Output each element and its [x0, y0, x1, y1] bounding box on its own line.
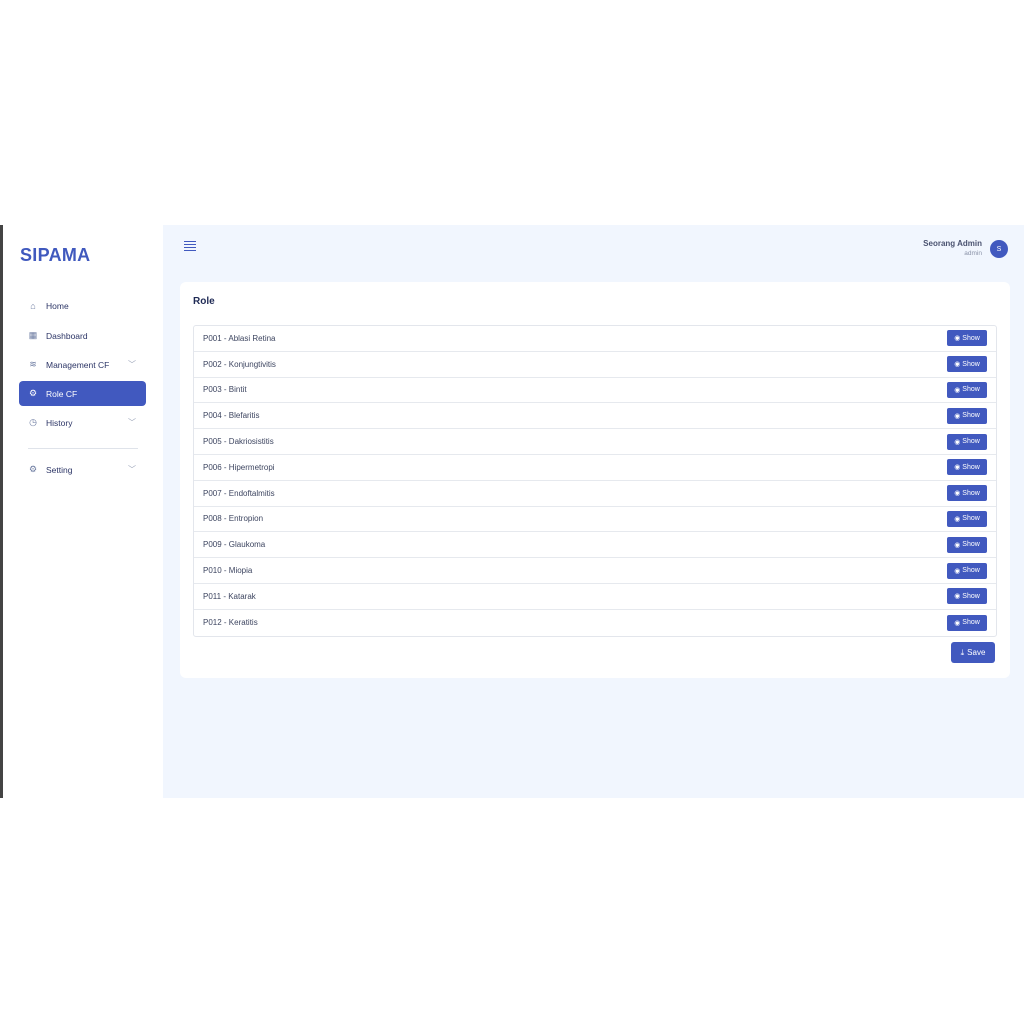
sidebar-item-home[interactable]: ⌂ Home	[19, 293, 146, 318]
show-button[interactable]: ◉ Show	[947, 459, 987, 476]
show-button[interactable]: ◉ Show	[947, 536, 987, 553]
user-info[interactable]: Seorang Admin admin	[923, 239, 982, 257]
role-card: Role P001 - Ablasi Retina ◉ Show P002 - Kon…	[180, 282, 1010, 678]
layers-icon: ≋	[29, 359, 37, 369]
chevron-down-icon: ﹀	[128, 465, 136, 474]
page-title: Role	[193, 296, 215, 307]
show-label: Show	[962, 567, 980, 575]
show-button[interactable]: ◉ Show	[947, 330, 987, 347]
sidebar: SIPAMA ⌂ Home ▦ Dashboard ≋ Management CF ﹀ …	[3, 225, 163, 798]
eye-icon: ◉	[954, 386, 961, 394]
sidebar-item-label: History	[46, 417, 73, 428]
show-label: Show	[962, 489, 980, 497]
show-button[interactable]: ◉ Show	[947, 485, 987, 502]
list-item: P012 - Keratitis ◉ Show	[194, 610, 996, 636]
eye-icon: ◉	[954, 567, 961, 575]
hamburger-menu-icon[interactable]	[184, 241, 196, 251]
role-label: P012 - Keratitis	[203, 618, 258, 628]
show-label: Show	[962, 412, 980, 420]
show-label: Show	[962, 592, 980, 600]
list-item: P010 - Miopia ◉ Show	[194, 558, 996, 584]
sidebar-item-management-cf[interactable]: ≋ Management CF ﹀	[19, 352, 146, 377]
home-icon: ⌂	[30, 300, 36, 311]
sidebar-item-label: Home	[46, 300, 69, 311]
eye-icon: ◉	[954, 619, 961, 627]
list-item: P005 - Dakriosistitis ◉ Show	[194, 429, 996, 455]
save-icon: ⤓	[960, 647, 965, 657]
show-button[interactable]: ◉ Show	[947, 356, 987, 373]
list-item: P002 - Konjungtivitis ◉ Show	[194, 352, 996, 378]
avatar[interactable]: S	[990, 240, 1008, 258]
settings-icon: ⚙	[28, 464, 38, 474]
eye-icon: ◉	[954, 541, 961, 549]
sidebar-item-role-cf[interactable]: ⚙ Role CF	[19, 381, 146, 406]
eye-icon: ◉	[954, 335, 961, 343]
sidebar-item-setting[interactable]: ⚙ Setting ﹀	[19, 457, 146, 482]
sidebar-item-label: Role CF	[46, 388, 78, 399]
role-label: P010 - Miopia	[203, 566, 253, 576]
show-label: Show	[962, 438, 980, 446]
eye-icon: ◉	[954, 490, 961, 498]
role-label: P003 - Bintit	[203, 385, 247, 395]
sidebar-item-history[interactable]: ◷ History ﹀	[19, 410, 146, 435]
eye-icon: ◉	[954, 464, 961, 472]
eye-icon: ◉	[954, 438, 961, 446]
user-role: admin	[964, 250, 982, 257]
gear-icon: ⚙	[28, 388, 38, 398]
eye-icon: ◉	[954, 515, 961, 523]
eye-icon: ◉	[954, 412, 961, 420]
show-button[interactable]: ◉ Show	[947, 381, 987, 398]
eye-icon: ◉	[954, 361, 961, 369]
list-item: P008 - Entropion ◉ Show	[194, 507, 996, 533]
role-label: P006 - Hipermetropi	[203, 462, 275, 472]
divider	[28, 448, 138, 449]
eye-icon: ◉	[954, 593, 961, 601]
chevron-down-icon: ﹀	[128, 418, 136, 427]
role-label: P009 - Glaukoma	[203, 540, 266, 550]
save-label: Save	[967, 648, 986, 657]
save-button[interactable]: ⤓ Save	[951, 642, 995, 663]
list-item: P011 - Katarak ◉ Show	[194, 584, 996, 610]
role-label: P002 - Konjungtivitis	[203, 359, 276, 369]
grid-icon: ▦	[28, 330, 38, 340]
role-label: P001 - Ablasi Retina	[203, 333, 276, 343]
show-button[interactable]: ◉ Show	[947, 510, 987, 527]
show-label: Show	[962, 334, 980, 342]
role-list: P001 - Ablasi Retina ◉ Show P002 - Konjungt…	[193, 325, 997, 637]
show-label: Show	[962, 386, 980, 394]
list-item: P004 - Blefaritis ◉ Show	[194, 403, 996, 430]
role-label: P007 - Endoftalmitis	[203, 488, 275, 498]
show-label: Show	[962, 360, 980, 368]
show-label: Show	[962, 541, 980, 549]
role-label: P011 - Katarak	[203, 591, 256, 601]
list-item: P006 - Hipermetropi ◉ Show	[194, 455, 996, 481]
user-name: Seorang Admin	[923, 239, 982, 248]
list-item: P009 - Glaukoma ◉ Show	[194, 532, 996, 559]
show-button[interactable]: ◉ Show	[947, 562, 987, 579]
logo: SIPAMA	[20, 245, 91, 265]
show-button[interactable]: ◉ Show	[947, 614, 987, 631]
show-label: Show	[962, 619, 980, 627]
chevron-down-icon: ﹀	[128, 360, 136, 369]
sidebar-item-dashboard[interactable]: ▦ Dashboard	[19, 323, 146, 348]
app: SIPAMA ⌂ Home ▦ Dashboard ≋ Management CF ﹀ …	[0, 225, 1024, 798]
role-label: P004 - Blefaritis	[203, 411, 260, 421]
sidebar-item-label: Dashboard	[46, 330, 88, 341]
list-item: P001 - Ablasi Retina ◉ Show	[194, 326, 996, 352]
role-label: P008 - Entropion	[203, 514, 264, 524]
show-label: Show	[962, 463, 980, 471]
list-item: P003 - Bintit ◉ Show	[194, 378, 996, 404]
list-item: P007 - Endoftalmitis ◉ Show	[194, 481, 996, 507]
role-label: P005 - Dakriosistitis	[203, 437, 274, 447]
clock-icon: ◷	[29, 417, 37, 427]
show-label: Show	[962, 515, 980, 523]
show-button[interactable]: ◉ Show	[947, 433, 987, 450]
show-button[interactable]: ◉ Show	[947, 588, 987, 605]
sidebar-item-label: Management CF	[46, 359, 110, 370]
show-button[interactable]: ◉ Show	[947, 407, 987, 424]
sidebar-item-label: Setting	[46, 464, 73, 475]
